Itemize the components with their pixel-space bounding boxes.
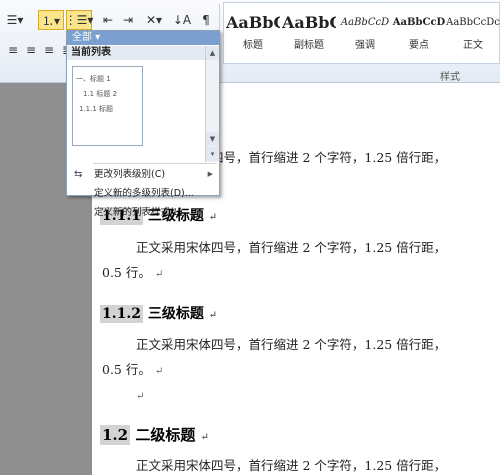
show-marks-button[interactable]: ¶: [196, 10, 216, 30]
body-paragraph-continuation[interactable]: 0.5 行。 ↵: [102, 262, 163, 281]
decrease-indent-button[interactable]: ⇤: [98, 10, 118, 30]
menu-separator: [93, 163, 217, 164]
thumbnail-level-1: 一、标题 1: [76, 75, 111, 83]
heading-text: 二级标题: [135, 426, 196, 444]
current-list-section-header: 当前列表: [67, 46, 205, 60]
expand-gallery-icon: ▾: [210, 150, 215, 158]
bullets-list-icon: ☰▾: [6, 13, 24, 27]
style-tile-title[interactable]: AaBbC 标题: [226, 3, 280, 63]
heading-number: 1.2: [100, 425, 131, 445]
style-tile-subtitle[interactable]: AaBbC 副标题: [282, 3, 336, 63]
gallery-expand-button[interactable]: ▾: [206, 147, 219, 161]
thumbnail-level-2: 1.1 标题 2: [83, 90, 118, 98]
chevron-down-icon: ▼: [209, 135, 216, 143]
align-right-icon: ≡: [43, 43, 55, 57]
heading-number: 1.1.2: [100, 305, 143, 323]
style-name: 副标题: [294, 40, 324, 51]
styles-group-label: 样式: [440, 72, 460, 83]
paragraph-mark: ↵: [136, 391, 145, 402]
decrease-indent-icon: ⇤: [102, 13, 114, 27]
body-paragraph[interactable]: 正文采用宋体四号，首行缩进 2 个字符，1.25 倍行距，: [136, 334, 446, 353]
increase-indent-icon: ⇥: [122, 13, 134, 27]
align-center-icon: ≡: [25, 43, 37, 57]
scroll-up-button[interactable]: ▲: [206, 46, 219, 60]
scroll-down-button[interactable]: ▼: [206, 132, 219, 146]
bullets-button[interactable]: ☰▾: [4, 10, 26, 30]
heading-text: 三级标题: [147, 306, 204, 322]
chevron-up-icon: ▲: [209, 49, 216, 57]
menu-item-label: 定义新的多级列表(D)...: [94, 188, 194, 199]
multilevel-list-dropdown: 全部 ▾ 当前列表 一、标题 1 1.1 标题 2 1.1.1 标题 ▲ ▼ ▾…: [66, 30, 220, 218]
define-multilevel-list-menu-item[interactable]: 定义新的多级列表(D)...: [67, 185, 219, 202]
current-list-thumbnail[interactable]: 一、标题 1 1.1 标题 2 1.1.1 标题: [72, 66, 143, 146]
body-paragraph-continuation[interactable]: 0.5 行。 ↵: [102, 359, 163, 378]
multilevel-list-button[interactable]: ⋮☰▾: [64, 10, 94, 30]
numbered-list-icon: ⒈▾: [41, 13, 61, 28]
asian-layout-icon: ✕▾: [145, 13, 163, 27]
paragraph-mark: ↵: [154, 366, 164, 377]
asian-layout-button[interactable]: ✕▾: [142, 10, 166, 30]
menu-item-label: 定义新的列表样式(L)...: [94, 207, 192, 218]
list-level-icon: ⇆: [74, 169, 83, 180]
paragraph-mark-icon: ¶: [202, 13, 210, 27]
paragraph-text: 正文采用宋体四号，首行缩进 2 个字符，1.25 倍行距，: [136, 240, 447, 255]
style-tile-normal[interactable]: AaBbCcDc 正文: [446, 3, 500, 63]
empty-paragraph[interactable]: ↵: [136, 387, 144, 402]
body-paragraph[interactable]: 正文采用宋体四号，首行缩进 2 个字符，1.25 倍行距，: [136, 237, 446, 256]
thumbnail-level-3: 1.1.1 标题: [79, 105, 114, 113]
body-paragraph[interactable]: 正文采用宋体四号，首行缩进 2 个字符，1.25 倍行距，: [136, 455, 446, 474]
paragraph-mark: ↵: [200, 432, 209, 443]
sort-az-icon: ↓A: [172, 13, 192, 27]
align-center-button[interactable]: ≡: [22, 40, 40, 60]
style-name: 标题: [243, 40, 263, 51]
heading-1-2[interactable]: 1.2 二级标题 ↵: [100, 424, 209, 445]
align-left-button[interactable]: ≡: [4, 40, 22, 60]
paragraph-text: 正文采用宋体四号，首行缩进 2 个字符，1.25 倍行距，: [136, 337, 447, 352]
define-list-style-menu-item[interactable]: 定义新的列表样式(L)...: [67, 204, 219, 221]
increase-indent-button[interactable]: ⇥: [118, 10, 138, 30]
numbering-button[interactable]: ⒈▾: [38, 10, 64, 30]
style-name: 正文: [463, 40, 483, 51]
paragraph-mark: ↵: [154, 269, 164, 280]
style-sample: AaBbC: [226, 13, 280, 32]
style-tile-strong[interactable]: AaBbCcD 要点: [392, 3, 446, 63]
align-right-button[interactable]: ≡: [40, 40, 58, 60]
styles-gallery: AaBbC 标题 AaBbC 副标题 AaBbCcD 强调 AaBbCcD 要点…: [223, 2, 500, 64]
paragraph-mark: ↵: [208, 310, 218, 321]
style-sample: AaBbCcD: [392, 17, 446, 28]
change-list-level-menu-item[interactable]: ⇆ 更改列表级别(C) ▶: [67, 166, 219, 183]
style-tile-emphasis[interactable]: AaBbCcD 强调: [338, 3, 392, 63]
style-sample: AaBbC: [282, 13, 336, 32]
menu-item-label: 更改列表级别(C): [94, 169, 166, 180]
paragraph-text: 正文采用宋体四号，首行缩进 2 个字符，1.25 倍行距，: [136, 458, 447, 473]
sort-button[interactable]: ↓A: [172, 10, 192, 30]
gallery-scrollbar[interactable]: ▲ ▼ ▾: [205, 46, 219, 162]
list-filter-dropdown[interactable]: 全部 ▾: [67, 31, 219, 45]
paragraph-text: 0.5 行。: [102, 265, 151, 280]
style-sample: AaBbCcDc: [446, 17, 500, 28]
style-name: 强调: [355, 40, 375, 51]
style-name: 要点: [409, 40, 429, 51]
align-left-icon: ≡: [7, 43, 19, 57]
style-sample: AaBbCcD: [340, 17, 390, 28]
paragraph-text: 0.5 行。: [102, 362, 151, 377]
heading-1-1-2[interactable]: 1.1.2 三级标题 ↵: [100, 303, 217, 323]
submenu-arrow-icon: ▶: [207, 170, 213, 178]
multilevel-list-icon: ⋮☰▾: [64, 13, 94, 27]
